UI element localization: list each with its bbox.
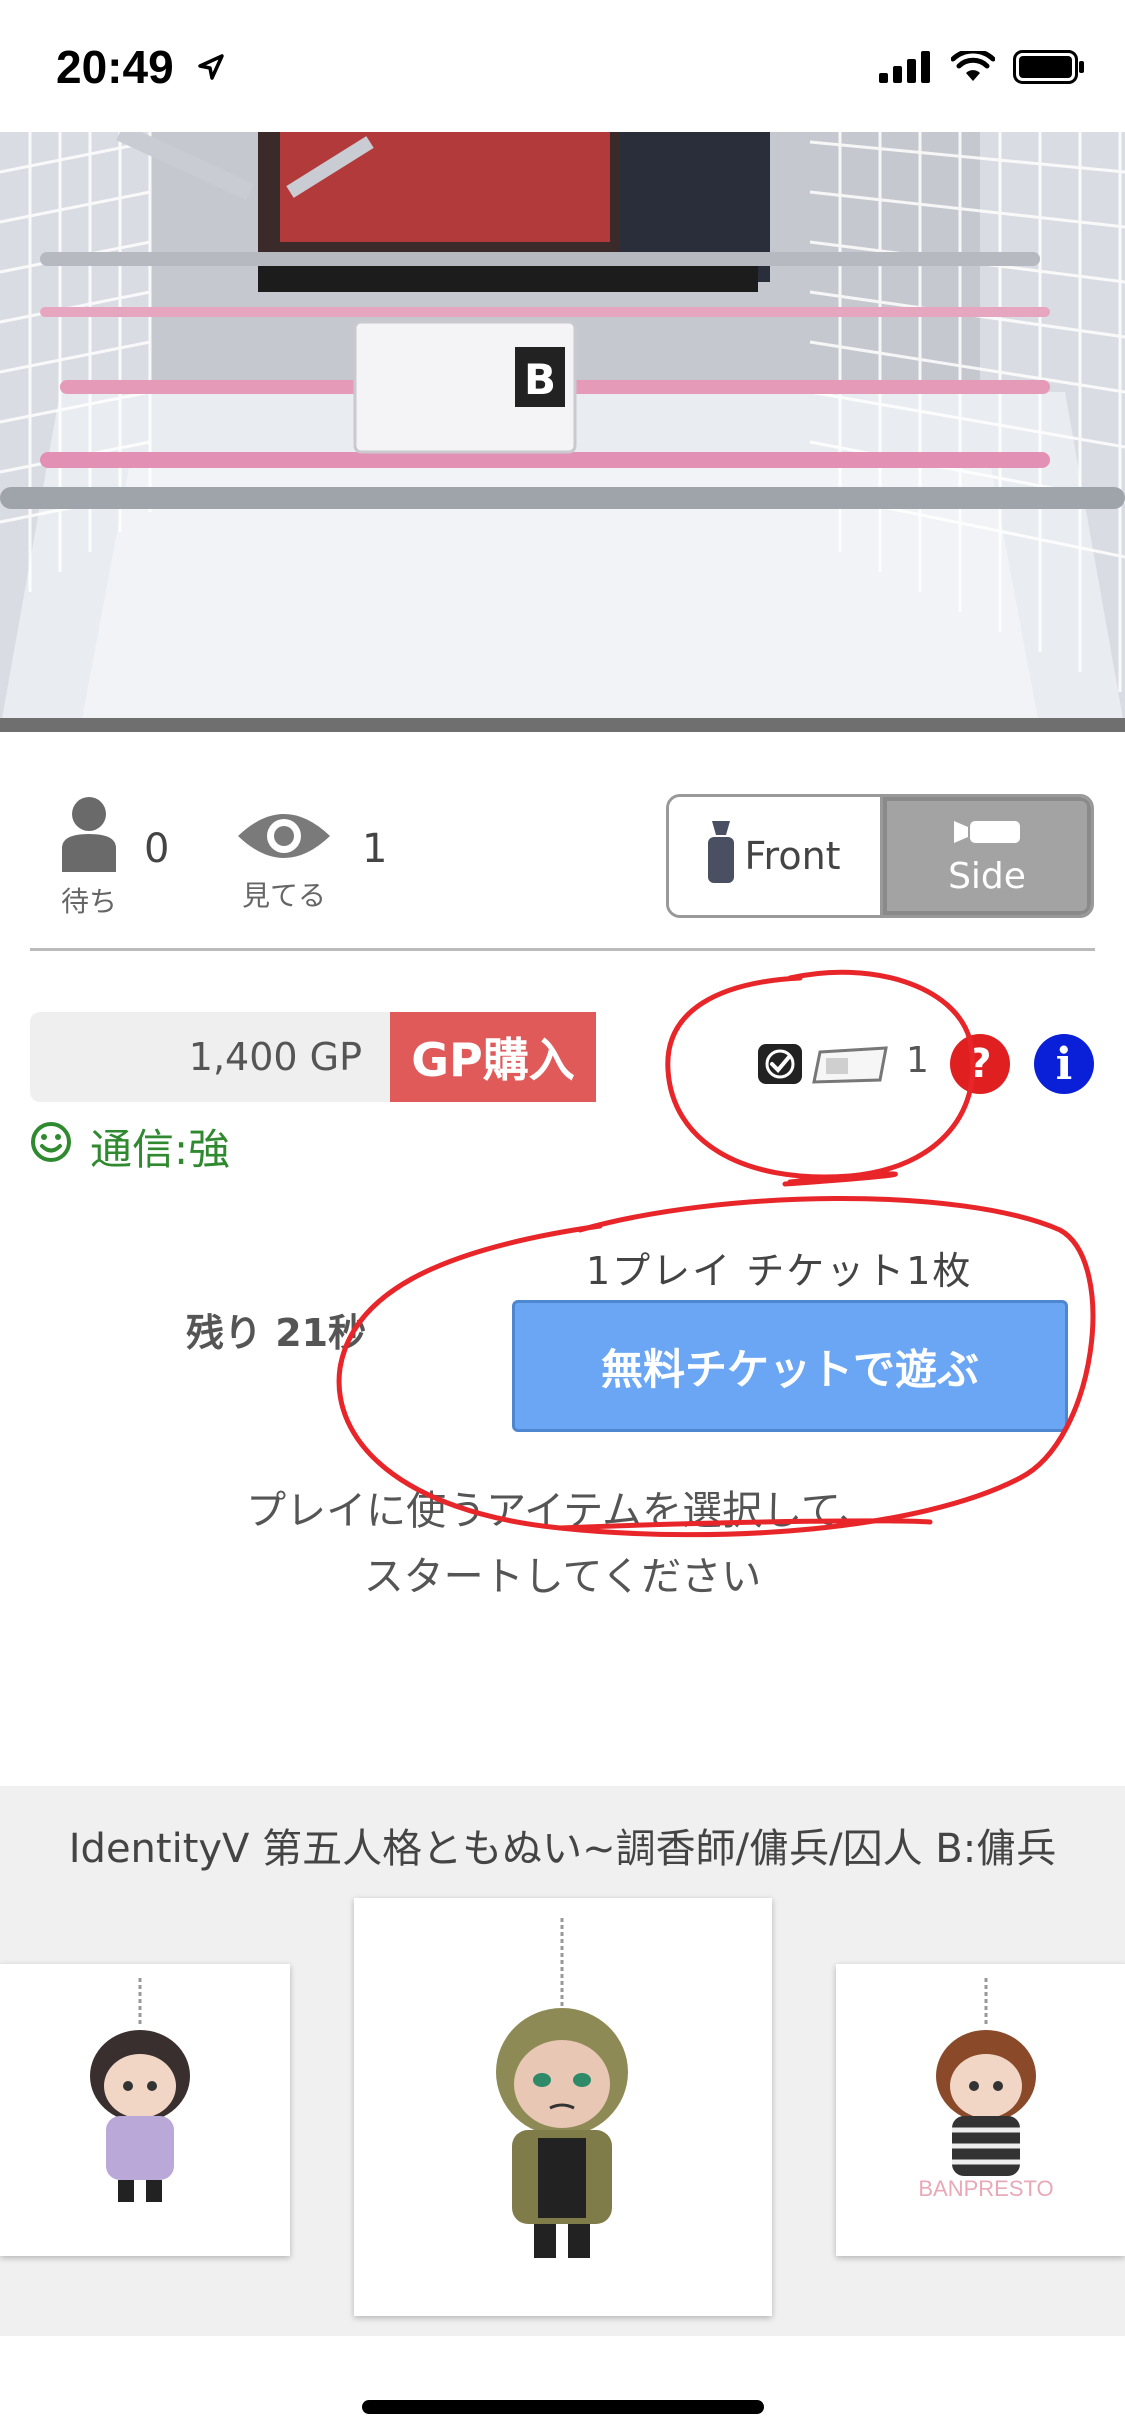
plush-prisoner-image: BANPRESTO xyxy=(918,1978,1054,2201)
product-card-center[interactable] xyxy=(354,1898,772,2316)
product-card-right[interactable]: BANPRESTO xyxy=(836,1964,1125,2256)
plush-mercenary-image xyxy=(496,1918,628,2258)
home-indicator[interactable] xyxy=(362,2400,764,2414)
product-title: IdentityV 第五人格ともぬい~調香師/傭兵/囚人 B:傭兵 xyxy=(68,1826,1057,1872)
plush-perfumer-image xyxy=(90,1978,190,2202)
product-card-left[interactable] xyxy=(0,1964,290,2256)
banpresto-watermark: BANPRESTO xyxy=(918,2176,1053,2201)
